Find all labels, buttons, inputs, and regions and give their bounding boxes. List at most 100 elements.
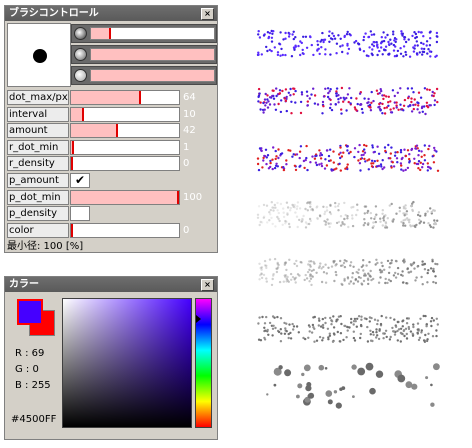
stroke-dot	[293, 87, 296, 91]
brush-chip-row[interactable]	[71, 24, 217, 43]
stroke-dot	[365, 144, 368, 148]
brush-chip-row[interactable]	[71, 66, 217, 85]
stroke-dot	[256, 157, 260, 160]
stroke-dot	[310, 331, 314, 334]
stroke-dot	[310, 43, 313, 47]
stroke-dot	[434, 221, 437, 225]
stroke-dot	[417, 149, 421, 152]
stroke-dot	[408, 55, 412, 58]
param-checkbox[interactable]	[70, 206, 90, 222]
chip-slider[interactable]	[90, 27, 215, 40]
stroke-dot	[302, 35, 305, 38]
stroke-dot	[419, 168, 422, 172]
stroke-dot	[345, 109, 348, 112]
stroke-dot	[327, 399, 333, 405]
stroke-dot	[258, 262, 261, 265]
param-slider[interactable]	[70, 139, 180, 155]
param-slider[interactable]	[70, 189, 180, 205]
stroke-dot	[339, 96, 342, 100]
stroke-dot	[291, 203, 294, 207]
param-slider[interactable]	[70, 90, 180, 105]
stroke-dot	[285, 268, 288, 272]
stroke-dot	[257, 100, 260, 103]
stroke-dot	[306, 100, 309, 103]
stroke-dot	[308, 325, 311, 328]
foreground-color-swatch[interactable]	[17, 299, 43, 325]
medium-dot-icon[interactable]	[74, 48, 87, 61]
stroke-dot	[435, 35, 438, 38]
stroke-dot	[342, 261, 346, 265]
stroke-dot	[284, 222, 287, 225]
stroke-dot	[409, 330, 413, 333]
stroke-dot	[268, 321, 272, 325]
param-value: 0	[183, 158, 190, 170]
stroke-dot	[311, 323, 315, 327]
blue-value: B : 255	[15, 380, 51, 391]
stroke-dot	[282, 207, 285, 210]
stroke-dot	[260, 266, 263, 269]
stroke-dot	[338, 340, 341, 343]
stroke-dot	[257, 51, 260, 54]
stroke-dot	[411, 202, 414, 205]
stroke-dot	[372, 99, 375, 103]
stroke-dot	[273, 46, 276, 49]
stroke-dot	[335, 42, 339, 45]
stroke-dot	[352, 282, 355, 285]
stroke-dot	[356, 280, 360, 283]
stroke-dot	[344, 324, 347, 328]
stroke-dot	[317, 317, 321, 320]
stroke-dot	[415, 276, 418, 279]
chip-slider[interactable]	[90, 48, 215, 61]
brush-chip-row[interactable]	[71, 45, 217, 64]
stroke-dot	[306, 168, 309, 172]
stroke-dot	[265, 45, 268, 49]
stroke-dot	[329, 316, 332, 320]
stroke-dot	[272, 30, 275, 33]
stroke-dot	[305, 385, 312, 392]
param-slider[interactable]	[70, 106, 180, 122]
stroke-dot	[376, 159, 379, 162]
stroke-dot	[258, 36, 262, 39]
stroke-dot	[346, 217, 349, 220]
stroke-dot	[291, 322, 294, 326]
stroke-dot	[356, 208, 359, 212]
stroke-dot	[368, 103, 372, 107]
brush-panel-close-button[interactable]: ×	[201, 8, 214, 20]
stroke-dot	[315, 271, 318, 274]
stroke-dot	[321, 317, 324, 321]
saturation-value-picker[interactable]	[62, 298, 192, 428]
stroke-dot	[399, 103, 402, 106]
dark-dot-icon[interactable]	[74, 27, 87, 40]
param-slider[interactable]	[70, 123, 180, 139]
stroke-dot	[382, 332, 385, 335]
stroke-dot	[381, 112, 384, 115]
stroke-dot	[374, 205, 378, 208]
stroke-dot	[367, 282, 370, 286]
param-checkbox[interactable]: ✔	[70, 173, 90, 188]
stroke-dot	[416, 44, 419, 47]
stroke-dot	[403, 38, 406, 41]
stroke-dot	[267, 333, 270, 336]
param-slider[interactable]	[70, 222, 180, 238]
param-slider[interactable]	[70, 156, 180, 172]
chip-slider[interactable]	[90, 69, 215, 82]
light-dot-icon[interactable]	[74, 69, 87, 82]
color-panel-close-button[interactable]: ×	[201, 279, 214, 291]
stroke-dot	[324, 158, 327, 161]
stroke-dot	[377, 152, 381, 155]
brush-stroke-sample	[258, 257, 439, 287]
stroke-dot	[298, 150, 302, 153]
stroke-dot	[297, 331, 300, 334]
stroke-dot	[328, 225, 331, 229]
hue-marker-icon[interactable]	[196, 314, 201, 323]
color-panel-titlebar[interactable]: カラー ×	[5, 277, 217, 292]
stroke-dot	[414, 225, 417, 229]
brush-panel-titlebar[interactable]: ブラシコントロール ×	[5, 6, 217, 21]
stroke-dot	[271, 158, 274, 161]
param-label: p_dot_min	[7, 189, 69, 205]
stroke-dot	[337, 98, 340, 101]
stroke-dot	[295, 325, 299, 328]
param-row-p-dot-min: p_dot_min 100	[7, 189, 217, 206]
stroke-dot	[356, 102, 359, 106]
stroke-dot	[284, 99, 288, 103]
